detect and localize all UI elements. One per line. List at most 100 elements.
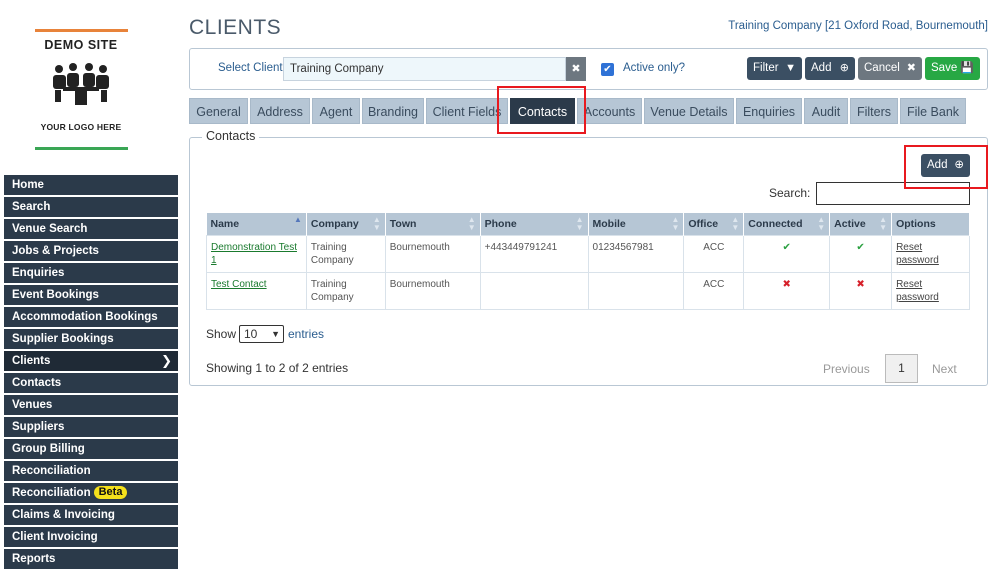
select-client-label: Select Client	[218, 62, 283, 74]
sidebar-item-label: Event Bookings	[12, 289, 99, 301]
add-client-label: Add	[811, 62, 832, 74]
sidebar-item-supplier-bookings[interactable]: Supplier Bookings	[4, 329, 178, 349]
sidebar-item-contacts[interactable]: Contacts	[4, 373, 178, 393]
sidebar-item-label: Client Invoicing	[12, 531, 98, 543]
tab-filters[interactable]: Filters	[850, 98, 898, 124]
sidebar-item-label: Search	[12, 201, 51, 213]
page-1-button[interactable]: 1	[885, 354, 918, 383]
tab-venue-details[interactable]: Venue Details	[644, 98, 734, 124]
column-label: Town	[389, 217, 417, 230]
sidebar-item-label: Claims & Invoicing	[12, 509, 115, 521]
column-header-connected[interactable]: Connected ▲ ▼	[743, 213, 831, 235]
filter-icon: ▼	[785, 62, 796, 74]
next-page-button[interactable]: Next	[932, 362, 957, 376]
cancel-button[interactable]: Cancel ✖	[858, 57, 922, 80]
site-logo: DEMO SITE YOUR LOGO HERE	[33, 29, 129, 151]
sidebar-item-label: Contacts	[12, 377, 62, 389]
column-label: Company	[310, 217, 359, 230]
save-button[interactable]: Save 💾	[925, 57, 980, 80]
sidebar-item-reconciliation-beta[interactable]: Reconciliation Beta	[4, 483, 178, 503]
sidebar-item-label: Enquiries	[12, 267, 65, 279]
sidebar-nav: Home Search Venue Search Jobs & Projects…	[4, 175, 178, 571]
tab-enquiries[interactable]: Enquiries	[736, 98, 802, 124]
sidebar-item-client-invoicing[interactable]: Client Invoicing	[4, 527, 178, 547]
sidebar-item-reports[interactable]: Reports	[4, 549, 178, 569]
column-header-active[interactable]: Active ▲ ▼	[829, 213, 893, 235]
page-size-select[interactable]: 10 ▼	[239, 325, 284, 343]
reset-password-link[interactable]: Reset password	[896, 242, 939, 266]
sidebar-item-label: Jobs & Projects	[12, 245, 99, 257]
page-title: CLIENTS	[189, 16, 282, 39]
column-header-office[interactable]: Office ▲ ▼	[683, 213, 745, 235]
contact-mobile	[587, 271, 685, 310]
tab-branding[interactable]: Branding	[362, 98, 424, 124]
contact-name-link[interactable]: Test Contact	[211, 279, 267, 290]
select-client-bar: Select Client Training Company ✖ ✔ Activ…	[189, 48, 988, 90]
tab-contacts[interactable]: Contacts	[510, 98, 575, 124]
contact-connected: ✔	[743, 234, 831, 273]
save-icon: 💾	[960, 62, 974, 74]
client-address-link[interactable]: Training Company [21 Oxford Road, Bourne…	[728, 20, 988, 32]
sort-asc-icon: ▲	[293, 215, 302, 224]
previous-page-button[interactable]: Previous	[823, 362, 870, 376]
sidebar-item-event-bookings[interactable]: Event Bookings	[4, 285, 178, 305]
sidebar-item-venue-search[interactable]: Venue Search	[4, 219, 178, 239]
sort-icon: ▲ ▼	[879, 215, 888, 232]
sort-icon: ▲ ▼	[731, 215, 740, 232]
tab-file-bank[interactable]: File Bank	[900, 98, 966, 124]
sort-icon: ▲ ▼	[575, 215, 584, 232]
close-icon: ✖	[906, 62, 916, 74]
column-header-name[interactable]: Name ▲	[206, 213, 307, 235]
meeting-people-icon	[53, 63, 109, 105]
close-icon: ✖	[571, 63, 581, 75]
client-select-input[interactable]: Training Company	[283, 57, 566, 81]
column-header-company[interactable]: Company ▲ ▼	[306, 213, 386, 235]
column-label: Name	[210, 217, 240, 230]
sidebar-item-group-billing[interactable]: Group Billing	[4, 439, 178, 459]
column-header-phone[interactable]: Phone ▲ ▼	[480, 213, 589, 235]
tab-address[interactable]: Address	[250, 98, 310, 124]
column-label: Active	[834, 217, 866, 230]
table-info: Showing 1 to 2 of 2 entries	[206, 361, 349, 375]
table-row: Test Contact Training Company Bournemout…	[206, 271, 970, 310]
search-input[interactable]	[816, 182, 970, 205]
tab-audit[interactable]: Audit	[804, 98, 848, 124]
search-label: Search:	[769, 186, 811, 200]
table-row: Demonstration Test 1 Training Company Bo…	[206, 234, 970, 273]
sidebar-item-home[interactable]: Home	[4, 175, 178, 195]
cross-icon: ✖	[856, 278, 865, 290]
reset-password-link[interactable]: Reset password	[896, 279, 939, 303]
sidebar-item-suppliers[interactable]: Suppliers	[4, 417, 178, 437]
tab-general[interactable]: General	[189, 98, 248, 124]
sidebar-item-search[interactable]: Search	[4, 197, 178, 217]
sidebar-item-accommodation-bookings[interactable]: Accommodation Bookings	[4, 307, 178, 327]
contact-name-link[interactable]: Demonstration Test 1	[211, 242, 297, 266]
active-only-checkbox[interactable]: ✔	[601, 63, 614, 76]
add-client-button[interactable]: Add ⊕	[805, 57, 855, 80]
contact-phone: +443449791241	[479, 234, 589, 273]
column-header-mobile[interactable]: Mobile ▲ ▼	[588, 213, 685, 235]
filter-button[interactable]: Filter ▼	[747, 57, 802, 80]
sidebar-item-label: Group Billing	[12, 443, 85, 455]
sidebar-item-clients[interactable]: Clients ❯	[4, 351, 178, 371]
column-header-town[interactable]: Town ▲ ▼	[385, 213, 481, 235]
sidebar-item-claims-invoicing[interactable]: Claims & Invoicing	[4, 505, 178, 525]
contact-office: ACC	[683, 234, 745, 273]
plus-circle-icon: ⊕	[839, 62, 849, 74]
sidebar-item-label: Home	[12, 179, 44, 191]
sidebar-item-venues[interactable]: Venues	[4, 395, 178, 415]
tab-accounts[interactable]: Accounts	[577, 98, 642, 124]
tab-agent[interactable]: Agent	[312, 98, 360, 124]
column-label: Mobile	[592, 217, 626, 230]
contact-company: Training Company	[305, 271, 386, 310]
column-label: Options	[896, 217, 936, 230]
sidebar-item-label: Venue Search	[12, 223, 88, 235]
sidebar-item-label: Reports	[12, 553, 56, 565]
cancel-button-label: Cancel	[864, 62, 900, 74]
tab-client-fields[interactable]: Client Fields	[426, 98, 508, 124]
sidebar-item-jobs-projects[interactable]: Jobs & Projects	[4, 241, 178, 261]
sidebar-item-enquiries[interactable]: Enquiries	[4, 263, 178, 283]
sidebar-item-reconciliation[interactable]: Reconciliation	[4, 461, 178, 481]
add-contact-button[interactable]: Add ⊕	[921, 154, 970, 177]
clear-client-button[interactable]: ✖	[566, 57, 586, 81]
